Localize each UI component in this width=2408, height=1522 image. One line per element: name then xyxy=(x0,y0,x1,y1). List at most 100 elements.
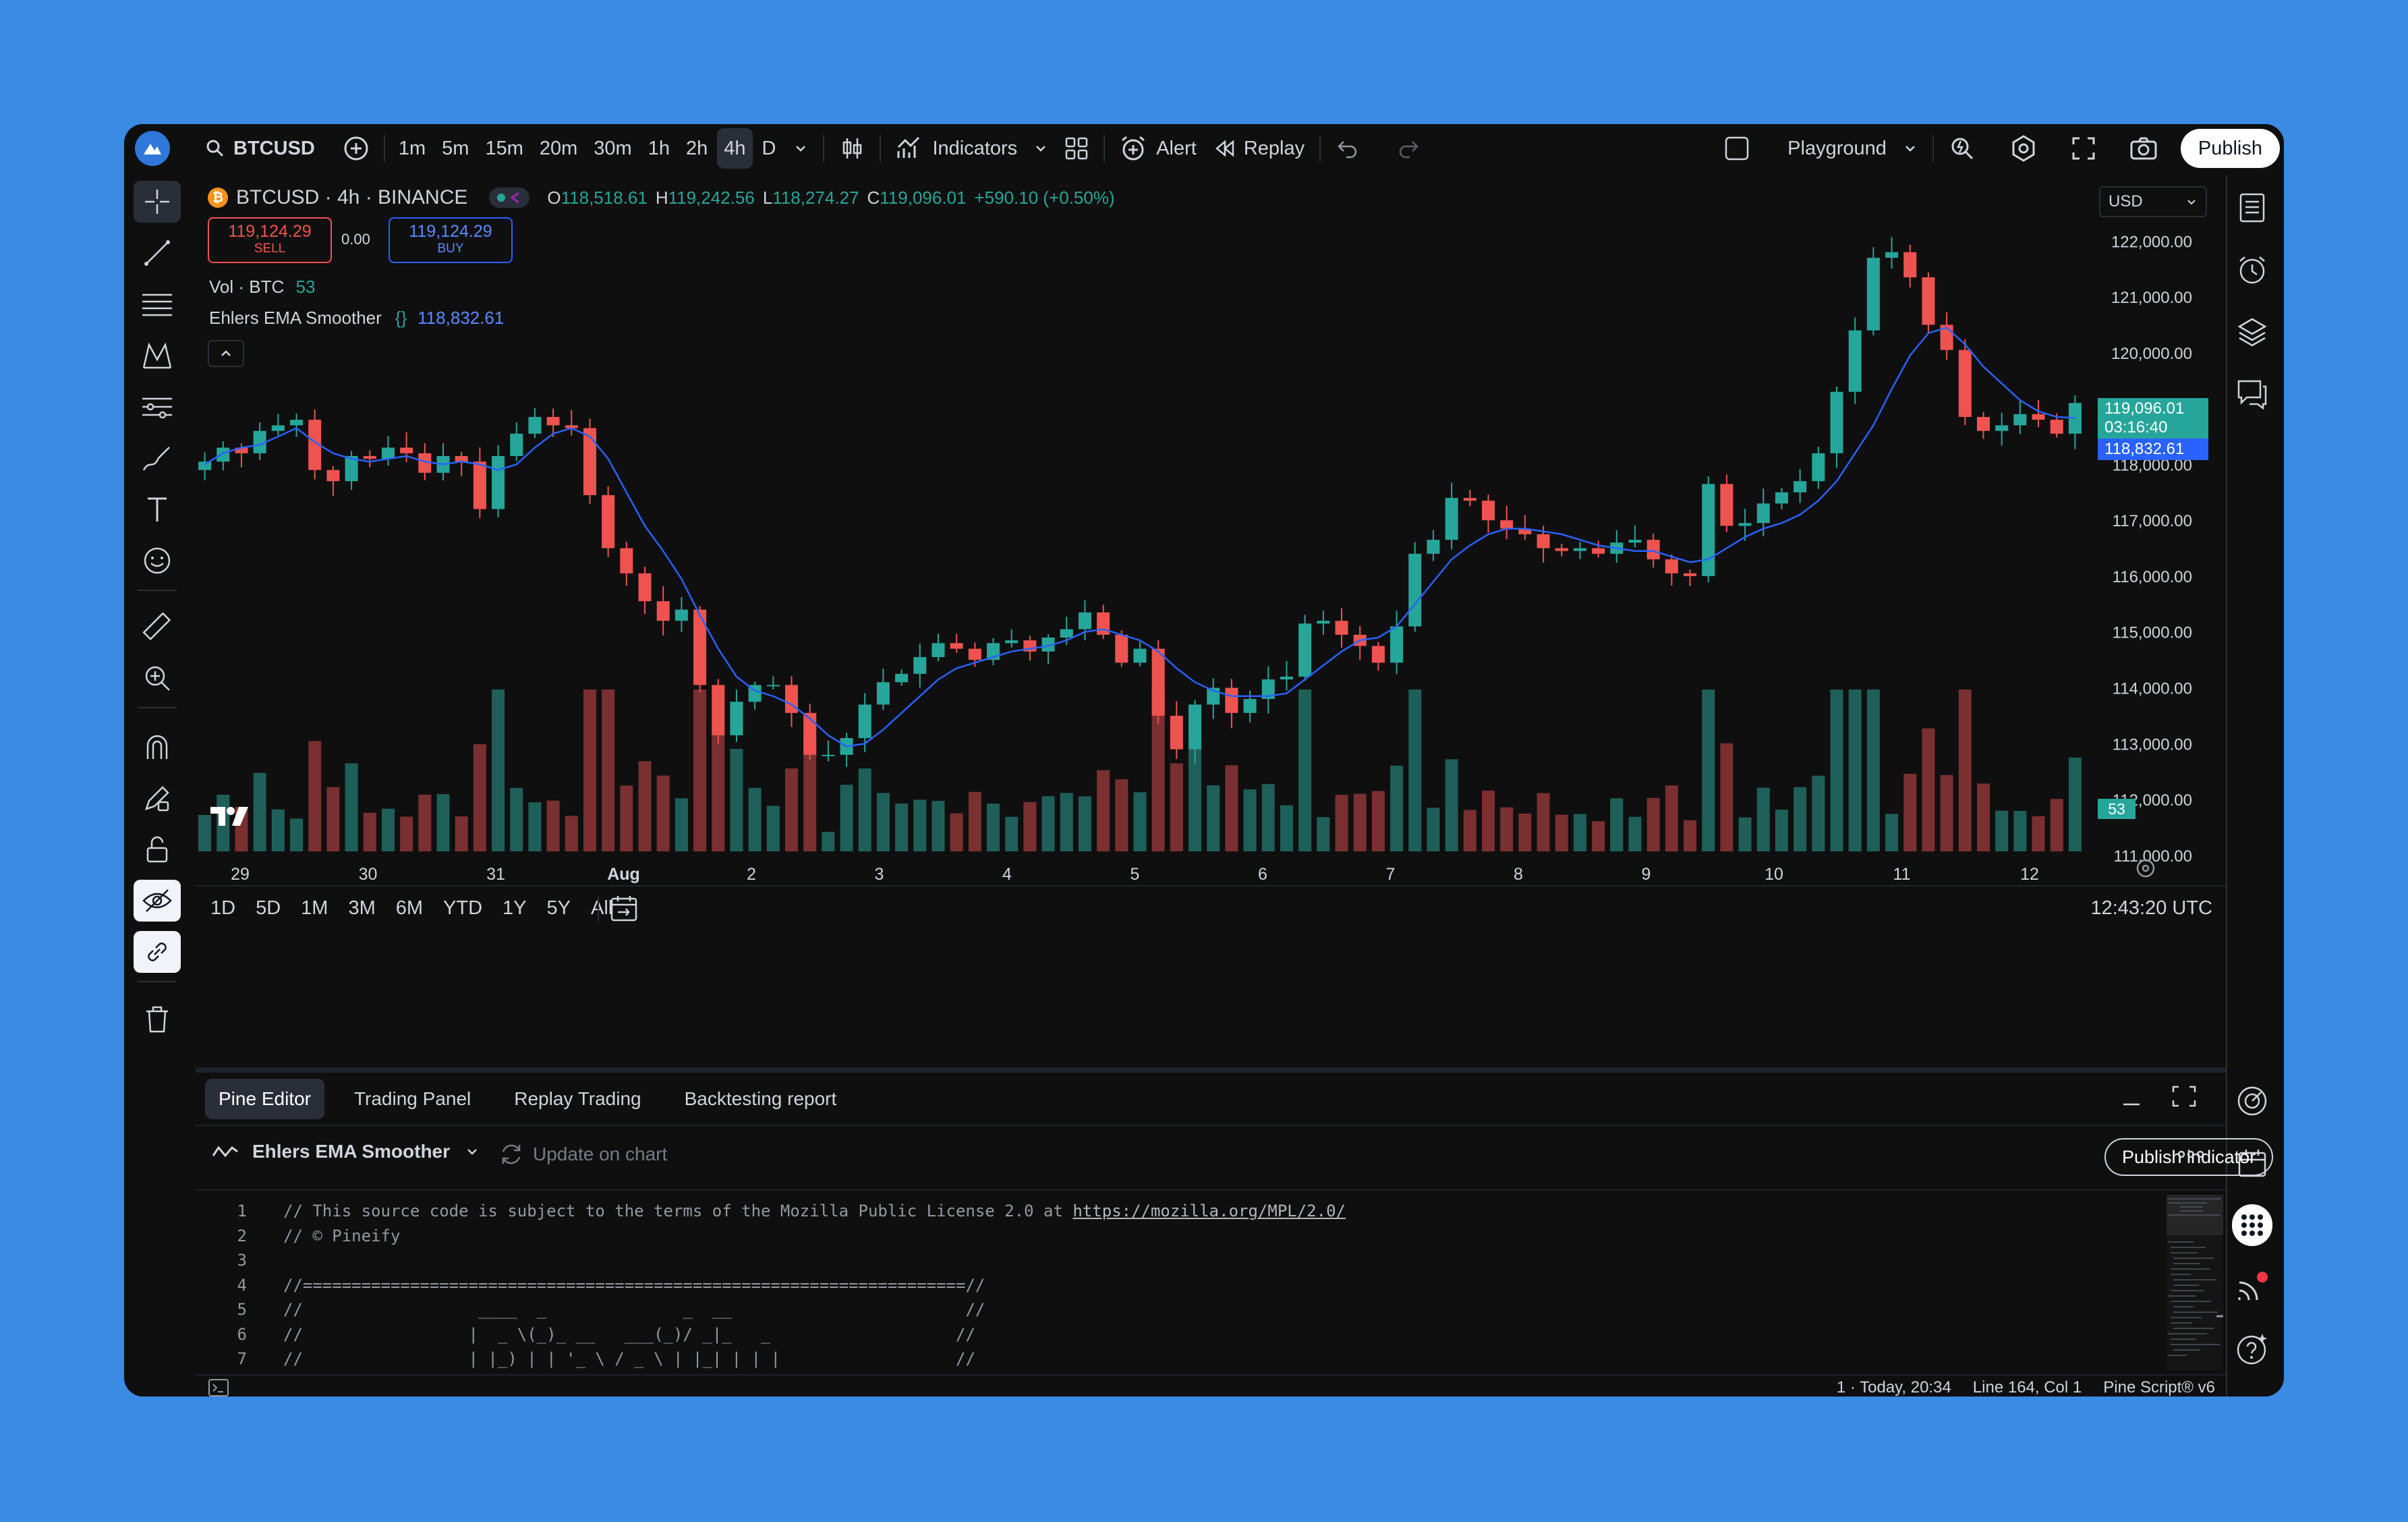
code-editor[interactable]: 1 // This source code is subject to the t… xyxy=(196,1195,2152,1374)
quick-search-button[interactable] xyxy=(1941,128,1984,169)
bitcoin-icon: ₿ xyxy=(208,188,228,208)
interval-dropdown[interactable] xyxy=(785,128,816,169)
ruler-tool[interactable] xyxy=(134,606,181,648)
pane-splitter[interactable] xyxy=(196,1067,2226,1073)
crosshair-tool[interactable] xyxy=(134,181,181,223)
script-selector[interactable]: Ehlers EMA Smoother xyxy=(212,1141,480,1162)
publish-button[interactable]: Publish xyxy=(2180,129,2280,168)
price-axis[interactable]: 122,000.00121,000.00120,000.00119,000.00… xyxy=(2111,233,2192,866)
interval-d[interactable]: D xyxy=(755,128,783,169)
tab-trading-panel[interactable]: Trading Panel xyxy=(341,1079,484,1119)
range-5y[interactable]: 5Y xyxy=(539,893,579,924)
range-3m[interactable]: 3M xyxy=(340,893,383,924)
fib-tool[interactable] xyxy=(134,283,181,325)
range-6m[interactable]: 6M xyxy=(388,893,431,924)
utc-clock[interactable]: 12:43:20 UTC xyxy=(2090,897,2212,920)
minimize-panel-button[interactable] xyxy=(2121,1086,2142,1110)
range-1m[interactable]: 1M xyxy=(293,893,336,924)
buy-button[interactable]: 119,124.29 BUY xyxy=(389,217,513,263)
tab-backtesting-report[interactable]: Backtesting report xyxy=(671,1079,851,1119)
chart-pane[interactable]: 122,000.00121,000.00120,000.00119,000.00… xyxy=(196,175,2226,1066)
update-on-chart-button[interactable]: Update on chart xyxy=(498,1141,667,1168)
apps-button[interactable] xyxy=(2232,1204,2272,1246)
alerts-button[interactable] xyxy=(2232,250,2272,290)
range-5d[interactable]: 5D xyxy=(248,893,289,924)
candle-body xyxy=(1060,629,1073,638)
sell-button[interactable]: 119,124.29 SELL xyxy=(208,217,332,263)
interval-4h[interactable]: 4h xyxy=(717,128,753,169)
chat-button[interactable] xyxy=(2232,374,2272,414)
layout-button[interactable]: Playground xyxy=(1716,128,1926,169)
license-link[interactable]: https://mozilla.org/MPL/2.0/ xyxy=(1072,1202,1346,1220)
range-1y[interactable]: 1Y xyxy=(494,893,534,924)
chevron-down-icon xyxy=(1903,141,1918,156)
lock-drawings-tool[interactable] xyxy=(134,828,181,870)
zoom-tool[interactable] xyxy=(134,657,181,699)
tab-pine-editor[interactable]: Pine Editor xyxy=(205,1079,324,1119)
indicators-button[interactable]: Indicators xyxy=(888,128,1025,169)
layout-templates-button[interactable] xyxy=(1056,128,1097,169)
projection-tool[interactable] xyxy=(134,386,181,428)
sync-drawings-tool[interactable] xyxy=(134,931,181,973)
cursor-position[interactable]: Line 164, Col 1 xyxy=(1973,1378,2082,1397)
version-status[interactable]: 1 · Today, 20:34 xyxy=(1837,1378,1951,1397)
maximize-panel-button[interactable] xyxy=(2172,1086,2196,1110)
chart-type-button[interactable] xyxy=(831,128,873,169)
volume-bar xyxy=(290,818,304,851)
legend-title[interactable]: BTCUSD · 4h · BINANCE xyxy=(236,186,467,209)
editor-more-button[interactable] xyxy=(2176,1146,2206,1166)
time-tick-label: 3 xyxy=(875,865,884,884)
snapshot-button[interactable] xyxy=(2121,128,2166,169)
interval-5m[interactable]: 5m xyxy=(435,128,476,169)
stay-drawing-tool[interactable] xyxy=(134,777,181,819)
fullscreen-button[interactable] xyxy=(2063,128,2104,169)
indicators-dropdown[interactable] xyxy=(1025,128,1056,169)
settings-button[interactable] xyxy=(2001,128,2046,169)
hide-drawings-tool[interactable] xyxy=(134,880,181,922)
console-toggle[interactable] xyxy=(208,1378,229,1397)
volume-legend-row[interactable]: Vol · BTC 53 xyxy=(209,277,315,298)
trend-line-tool[interactable] xyxy=(134,232,181,274)
hotlists-button[interactable] xyxy=(2232,1081,2272,1121)
emoji-tool[interactable] xyxy=(134,540,181,582)
grid-icon xyxy=(1064,136,1089,161)
axis-settings-button[interactable] xyxy=(2134,857,2157,883)
alert-button[interactable]: Alert xyxy=(1112,128,1205,169)
indicator-legend-row[interactable]: Ehlers EMA Smoother {} 118,832.61 xyxy=(209,308,504,329)
language-version[interactable]: Pine Script® v6 xyxy=(2103,1378,2215,1397)
volume-bar xyxy=(1684,820,1697,851)
brush-tool[interactable] xyxy=(134,437,181,479)
tab-replay-trading[interactable]: Replay Trading xyxy=(500,1079,654,1119)
interval-1h[interactable]: 1h xyxy=(641,128,677,169)
undo-button[interactable] xyxy=(1327,128,1368,169)
time-axis[interactable]: 29 30 31 Aug 2 3 4 5 6 7 8 9 10 11 12 xyxy=(231,865,2039,884)
symbol-search[interactable]: BTCUSD xyxy=(197,128,323,169)
interval-30m[interactable]: 30m xyxy=(587,128,638,169)
help-button[interactable] xyxy=(2232,1329,2272,1370)
code-minimap[interactable] xyxy=(2167,1195,2223,1370)
volume-bar xyxy=(1280,805,1293,851)
streams-button[interactable] xyxy=(2232,1267,2272,1307)
collapse-legend-button[interactable] xyxy=(208,340,244,367)
interval-15m[interactable]: 15m xyxy=(478,128,529,169)
volume-bar xyxy=(602,689,615,851)
magnet-tool[interactable] xyxy=(134,726,181,768)
remove-drawings-tool[interactable] xyxy=(134,998,181,1040)
compare-button[interactable] xyxy=(335,128,377,169)
go-to-date-button[interactable] xyxy=(610,895,638,926)
replay-button[interactable]: Replay xyxy=(1205,128,1313,169)
interval-1m[interactable]: 1m xyxy=(392,128,432,169)
logo-icon[interactable] xyxy=(135,131,170,166)
interval-2h[interactable]: 2h xyxy=(679,128,714,169)
range-ytd[interactable]: YTD xyxy=(435,893,490,924)
currency-select[interactable]: USD xyxy=(2099,186,2207,217)
object-tree-button[interactable] xyxy=(2232,312,2272,352)
interval-20m[interactable]: 20m xyxy=(533,128,584,169)
redo-button[interactable] xyxy=(1388,128,1429,169)
text-tool[interactable] xyxy=(134,488,181,530)
pattern-tool[interactable] xyxy=(134,335,181,376)
sell-price: 119,124.29 xyxy=(228,222,312,241)
range-1d[interactable]: 1D xyxy=(202,893,243,924)
price-tick-label: 115,000.00 xyxy=(2113,624,2192,642)
watchlist-button[interactable] xyxy=(2232,188,2272,228)
